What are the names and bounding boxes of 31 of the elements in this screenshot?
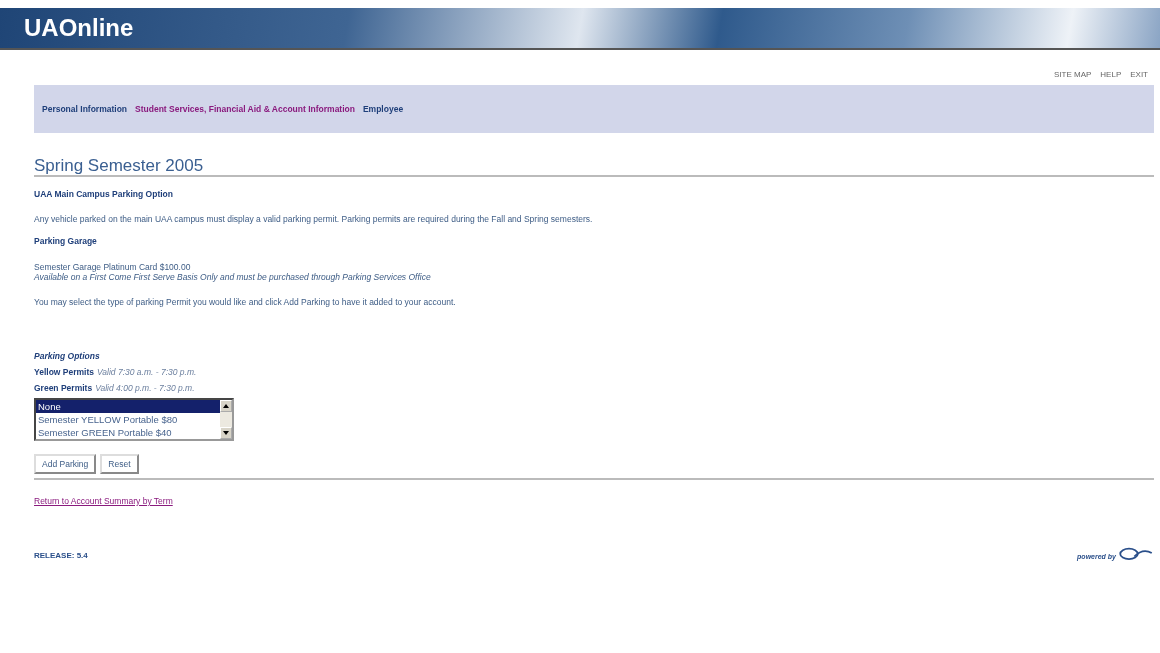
instructions-text: You may select the type of parking Permit you would like and click Add Parking to have it added to your account. bbox=[34, 297, 457, 307]
top-link[interactable]: HELP bbox=[1100, 70, 1122, 79]
scroll-down-icon[interactable] bbox=[220, 427, 232, 439]
list-option[interactable]: None bbox=[36, 400, 220, 413]
release-label: RELEASE: 5.4 bbox=[34, 551, 88, 560]
scrollbar[interactable] bbox=[220, 400, 232, 439]
permit-hours: Valid 4:00 p.m. - 7:30 p.m. bbox=[95, 383, 195, 393]
page-title: Spring Semester 2005 bbox=[34, 157, 1154, 177]
return-link[interactable]: Return to Account Summary by Term bbox=[34, 496, 173, 506]
options-heading: Parking Options bbox=[34, 351, 101, 361]
nav-link[interactable]: Personal Information bbox=[42, 104, 127, 114]
site-title: UAOnline bbox=[24, 14, 134, 42]
section-heading: Parking Garage bbox=[34, 236, 98, 246]
list-option[interactable]: Semester GREEN Portable $40 bbox=[36, 426, 220, 439]
permit-listbox[interactable]: None Semester YELLOW Portable $80 Semester GREEN Portable $40 bbox=[34, 398, 234, 441]
permit-hours: Valid 7:30 a.m. - 7:30 p.m. bbox=[97, 367, 197, 377]
section-heading: UAA Main Campus Parking Option bbox=[34, 189, 174, 199]
permit-name: Green Permits bbox=[34, 383, 93, 393]
garage-item: Semester Garage Platinum Card $100.00 bbox=[34, 262, 192, 272]
intro-text: Any vehicle parked on the main UAA campus must display a valid parking permit. Parking permits are required during the Fall and Spring semesters. bbox=[34, 214, 594, 224]
top-link[interactable]: EXIT bbox=[1130, 70, 1148, 79]
permit-name: Yellow Permits bbox=[34, 367, 94, 377]
form-button[interactable]: Add Parking bbox=[34, 454, 97, 474]
top-link[interactable]: SITE MAP bbox=[1053, 70, 1092, 79]
vendor-logo-icon bbox=[1118, 546, 1154, 560]
form-button[interactable]: Reset bbox=[100, 454, 139, 474]
list-option[interactable]: Semester YELLOW Portable $80 bbox=[36, 413, 220, 426]
nav-link[interactable]: Employee bbox=[362, 104, 404, 114]
scroll-up-icon[interactable] bbox=[220, 400, 232, 412]
garage-note: Available on a First Come First Serve Basis Only and must be purchased through Parking Services Office bbox=[34, 272, 432, 282]
nav-link[interactable]: Student Services, Financial Aid & Account Information bbox=[135, 104, 355, 114]
